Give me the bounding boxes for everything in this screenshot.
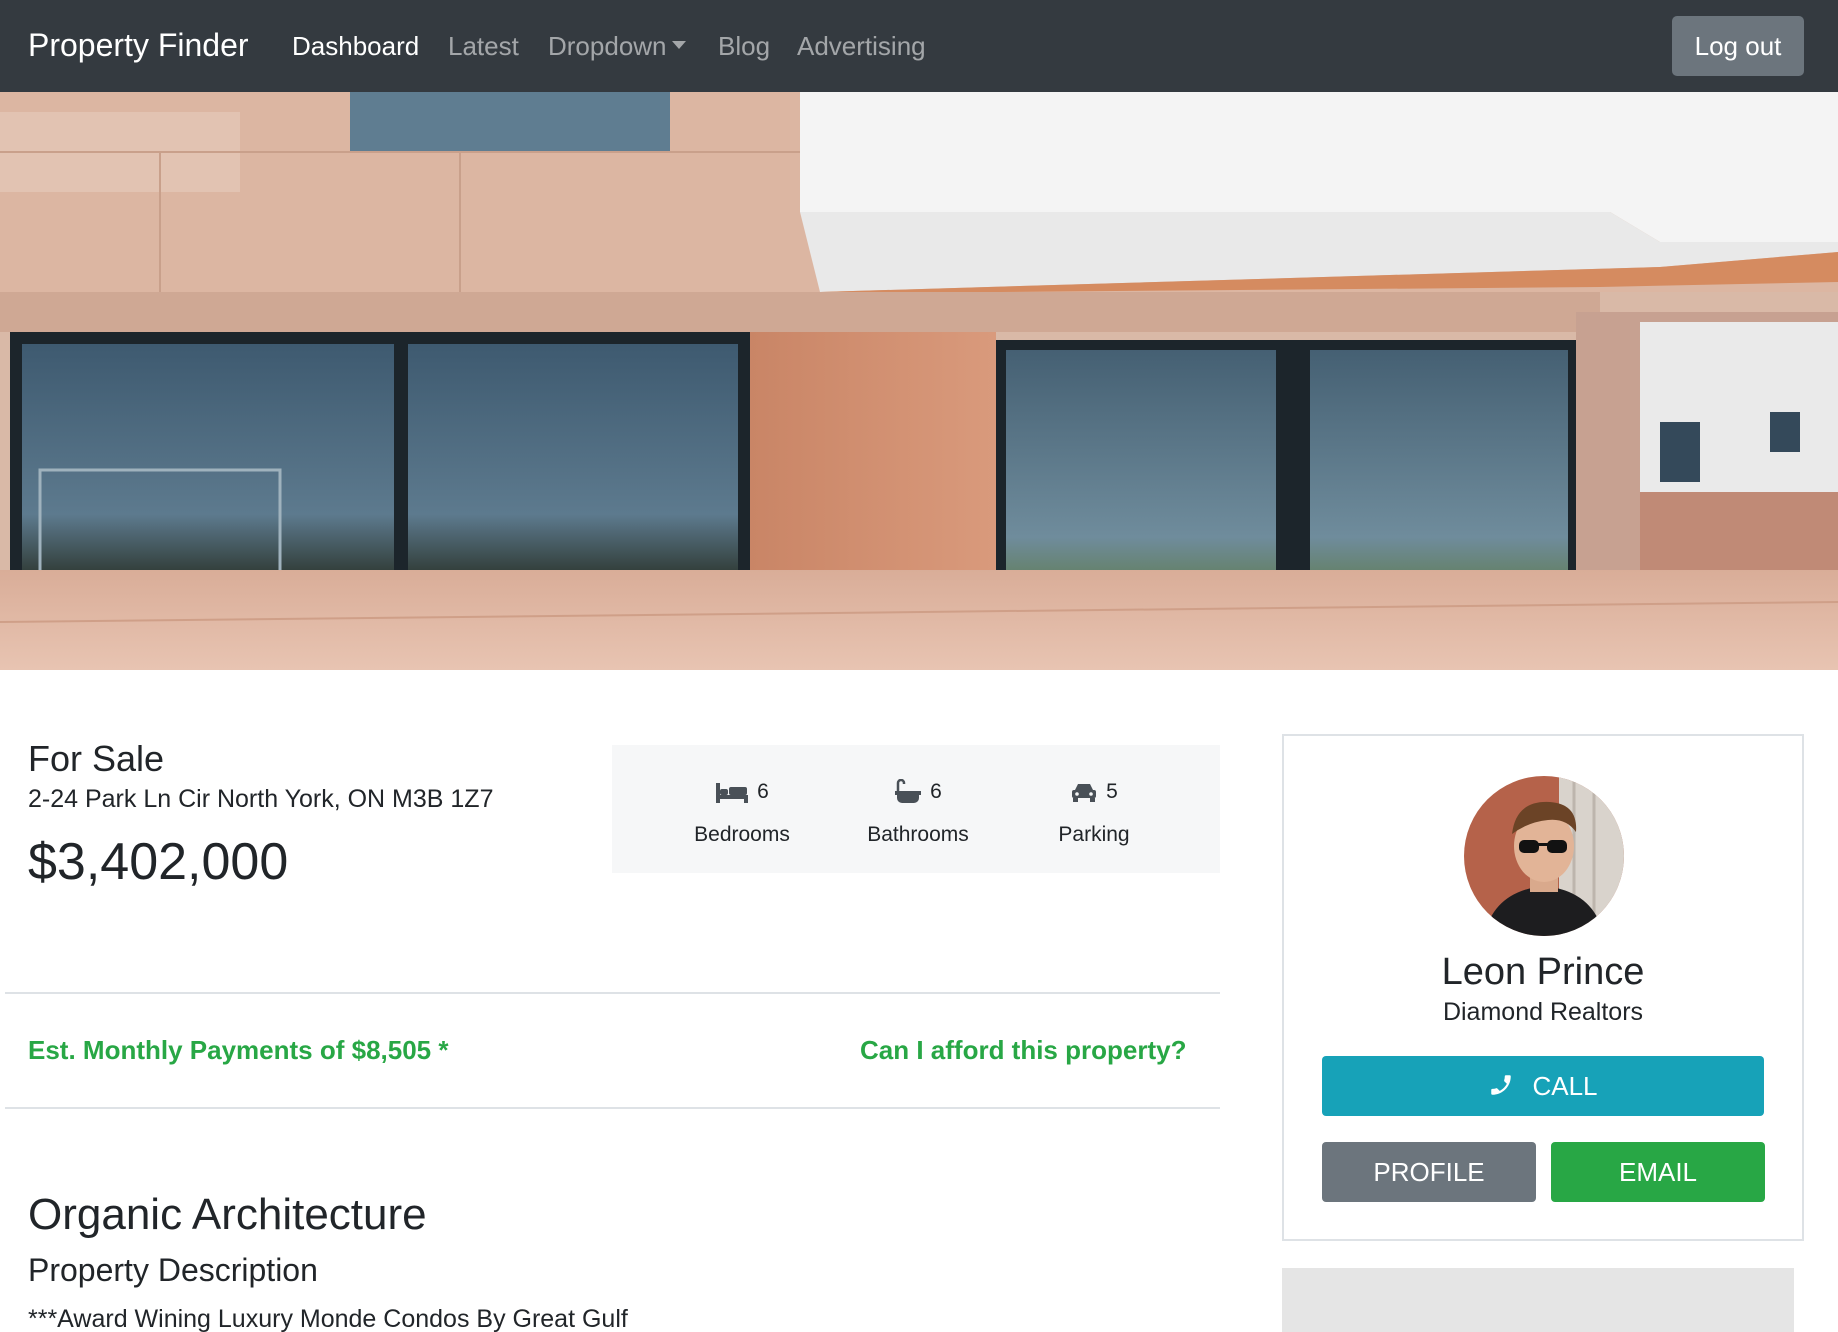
parking-label: Parking <box>1058 823 1130 846</box>
nav-dashboard[interactable]: Dashboard <box>292 31 419 62</box>
logout-button[interactable]: Log out <box>1672 16 1804 76</box>
nav-blog[interactable]: Blog <box>718 31 770 62</box>
nav-dropdown[interactable]: Dropdown <box>548 31 686 62</box>
car-icon <box>1072 784 1097 802</box>
affordability-link[interactable]: Can I afford this property? <box>860 1035 1186 1066</box>
call-button[interactable]: CALL <box>1322 1056 1764 1116</box>
divider <box>5 992 1220 994</box>
top-navbar: Property Finder Dashboard Latest Dropdow… <box>0 0 1838 92</box>
nav-dropdown-label: Dropdown <box>548 31 667 61</box>
agent-name: Leon Prince <box>1441 951 1645 993</box>
call-label: CALL <box>1532 1071 1598 1101</box>
listing-title: Organic Architecture <box>28 1190 427 1239</box>
bath-icon <box>895 779 922 803</box>
bathrooms-label: Bathrooms <box>867 823 969 846</box>
property-hero-image <box>0 92 1838 670</box>
feature-parking: 5 Parking <box>1024 775 1164 847</box>
bedrooms-label: Bedrooms <box>694 823 790 846</box>
listing-price: $3,402,000 <box>28 833 289 891</box>
monthly-payment-link[interactable]: Est. Monthly Payments of $8,505 * <box>28 1035 448 1066</box>
phone-icon <box>1491 1075 1512 1095</box>
agent-company: Diamond Realtors <box>1442 998 1644 1026</box>
agent-card: Leon Prince Diamond Realtors CALL PROFIL… <box>1282 734 1804 1241</box>
divider <box>5 1107 1220 1109</box>
email-button[interactable]: EMAIL <box>1551 1142 1765 1202</box>
nav-advertising[interactable]: Advertising <box>797 31 926 62</box>
brand-logo[interactable]: Property Finder <box>28 27 249 64</box>
caret-down-icon <box>671 41 686 50</box>
map-placeholder <box>1282 1268 1794 1332</box>
listing-status: For Sale <box>28 738 165 779</box>
description-heading: Property Description <box>28 1252 318 1288</box>
bathrooms-count: 6 <box>930 780 942 803</box>
bed-icon <box>716 783 749 803</box>
agent-avatar[interactable] <box>1464 776 1624 936</box>
feature-bathrooms: 6 Bathrooms <box>848 775 988 847</box>
bedrooms-count: 6 <box>757 780 769 803</box>
description-text: ***Award Wining Luxury Monde Condos By G… <box>28 1305 628 1332</box>
profile-button[interactable]: PROFILE <box>1322 1142 1536 1202</box>
property-features-panel: 6 Bedrooms 6 Bathrooms 5 Parking <box>612 745 1220 873</box>
parking-count: 5 <box>1106 780 1118 803</box>
feature-bedrooms: 6 Bedrooms <box>672 775 812 847</box>
listing-address: 2-24 Park Ln Cir North York, ON M3B 1Z7 <box>28 785 494 813</box>
nav-latest[interactable]: Latest <box>448 31 519 62</box>
